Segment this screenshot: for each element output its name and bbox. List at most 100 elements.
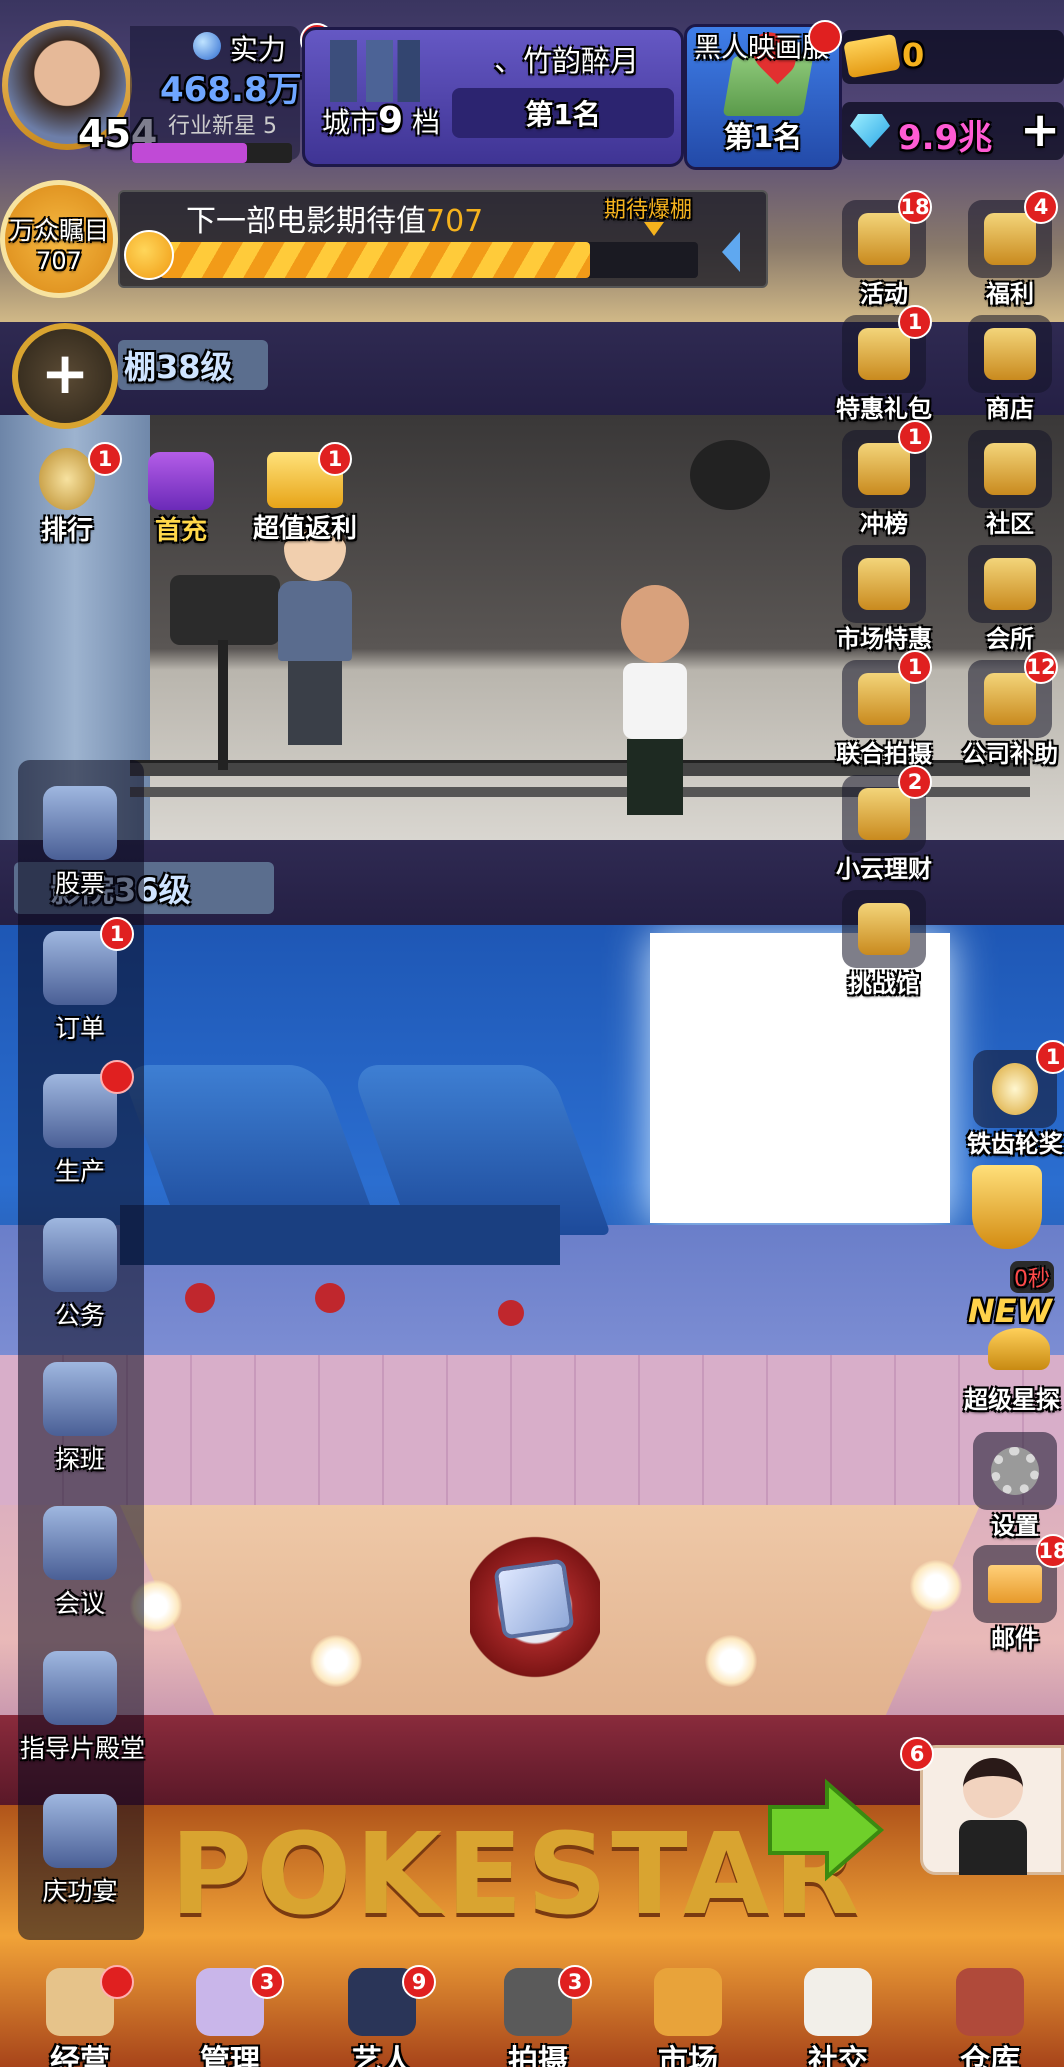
film-trophy-icon	[37, 1645, 123, 1731]
right-menu-badge: 1	[898, 420, 932, 454]
trophy-timer: 0秒	[1010, 1261, 1054, 1293]
right-menu-label: 小云理财	[836, 855, 932, 883]
bottom-nav-item-6[interactable]: 仓库	[930, 1968, 1050, 2067]
player-name: 、竹韵醉月	[494, 44, 640, 78]
super-scout-label[interactable]: 超级星探	[964, 1380, 1060, 1415]
left-menu-label: 庆功宴	[42, 1877, 118, 1906]
add-diamonds-button[interactable]: +	[1020, 102, 1060, 158]
gold-ticket-icon	[843, 33, 901, 79]
bottom-nav-item-4[interactable]: 市场	[628, 1968, 748, 2067]
anticipation-text: 下一部电影期待值707	[186, 196, 483, 240]
left-menu-label: 股票	[54, 869, 105, 898]
right-menu-badge: 1	[898, 650, 932, 684]
left-menu-item-0[interactable]: 股票	[20, 780, 140, 900]
right-menu-label: 商店	[986, 395, 1034, 423]
city-tier-suffix: 档	[411, 106, 440, 139]
player-rank: 第1名	[525, 98, 601, 131]
anticipation-progress-track	[160, 242, 698, 278]
bottom-nav-item-5[interactable]: 社交	[778, 1968, 898, 2067]
bottom-nav-icon	[654, 1968, 722, 2036]
next-arrow-button[interactable]	[765, 1775, 885, 1885]
mail-badge: 18	[1036, 1534, 1064, 1568]
gear-award-badge: 1	[1036, 1040, 1064, 1074]
city-label: 城市9 档	[322, 100, 440, 141]
first-charge-button[interactable]: 首充	[136, 452, 226, 562]
bottom-nav-label: 管理	[200, 2044, 260, 2067]
secretary-badge: 6	[900, 1737, 934, 1771]
city-tier-number: 9	[378, 100, 404, 141]
right-menu-item-6[interactable]: 市场特惠	[824, 545, 944, 659]
left-menu-item-6[interactable]: 指导片殿堂	[20, 1645, 146, 1765]
chat-icon	[968, 430, 1052, 508]
tickets-value: 0	[902, 36, 925, 74]
right-menu-badge: 12	[1024, 650, 1058, 684]
bottom-nav-label: 社交	[808, 2044, 868, 2067]
anticipation-circle[interactable]: 万众瞩目 707	[0, 180, 118, 298]
diamonds-value: 9.9兆	[898, 118, 993, 158]
settings-button[interactable]: 设置	[955, 1432, 1064, 1546]
left-menu-item-7[interactable]: 庆功宴	[20, 1788, 140, 1908]
rebate-badge: 1	[318, 442, 352, 476]
phone-icon	[37, 1212, 123, 1298]
camera-tripod	[218, 640, 228, 770]
left-menu-item-4[interactable]: 探班	[20, 1356, 140, 1476]
tickets-bar[interactable]: 0	[842, 30, 1064, 84]
trophy-button[interactable]: 0秒	[958, 1165, 1058, 1293]
right-menu-item-5[interactable]: 社区	[950, 430, 1064, 544]
right-menu-label: 社区	[986, 510, 1034, 538]
bottom-nav-dot	[100, 1965, 134, 1999]
spotlight	[690, 440, 770, 510]
secretary-portrait[interactable]	[920, 1745, 1064, 1875]
right-menu-item-7[interactable]: 会所	[950, 545, 1064, 659]
city-buildings-icon	[330, 40, 420, 102]
bottom-nav-icon	[804, 1968, 872, 2036]
studio-add-button[interactable]: +	[12, 323, 118, 429]
gear-award-label: 铁齿轮奖	[967, 1130, 1063, 1158]
right-menu-label: 特惠礼包	[836, 395, 932, 423]
trophy-icon	[972, 1165, 1042, 1249]
collapse-arrow-icon[interactable]	[722, 232, 740, 272]
right-menu-label: 活动	[860, 280, 908, 308]
building-icon	[842, 890, 926, 968]
left-menu-label: 公务	[54, 1301, 105, 1330]
right-menu-label: 冲榜	[860, 510, 908, 538]
shop-icon	[968, 315, 1052, 393]
left-menu-label: 生产	[54, 1157, 105, 1186]
left-menu-label: 探班	[54, 1445, 105, 1474]
flower-bouquet-icon	[37, 1356, 123, 1442]
meeting-icon	[37, 1500, 123, 1586]
right-menu-item-11[interactable]: 挑战馆	[824, 890, 944, 1004]
right-menu-item-3[interactable]: 商店	[950, 315, 1064, 429]
anticipation-value: 707	[426, 204, 484, 239]
right-menu-label: 福利	[986, 280, 1034, 308]
studio-level-tag: 棚38级	[118, 340, 268, 390]
film-camera	[170, 575, 280, 645]
rank-quick-label: 排行	[40, 516, 93, 546]
anticipation-text-prefix: 下一部电影期待值	[186, 204, 426, 239]
bottom-nav-label: 拍摄	[508, 2044, 568, 2067]
medal-icon	[39, 448, 95, 510]
diamonds-bar[interactable]: 9.9兆 +	[842, 102, 1064, 160]
left-menu-item-5[interactable]: 会议	[20, 1500, 140, 1620]
bottom-nav-badge: 3	[558, 1965, 592, 1999]
bottom-nav-icon	[956, 1968, 1024, 2036]
bottom-nav-label: 市场	[658, 2044, 718, 2067]
stage-room: POKESTAR 6	[0, 1355, 1064, 2067]
left-menu-label: 指导片殿堂	[20, 1734, 146, 1763]
server-badge	[808, 20, 842, 54]
city-label-text: 城市	[322, 106, 379, 139]
mystery-box-pedestal[interactable]	[470, 1535, 600, 1715]
mail-label: 邮件	[991, 1625, 1039, 1653]
left-menu-item-3[interactable]: 公务	[20, 1212, 140, 1332]
right-menu-badge: 1	[898, 305, 932, 339]
right-menu-label: 会所	[986, 625, 1034, 653]
rebate-button[interactable]: 超值返利	[240, 452, 370, 562]
studio-level-label: 棚38级	[124, 348, 233, 386]
rank-title: 行业新星 5	[168, 114, 277, 139]
rebate-label: 超值返利	[252, 514, 357, 544]
bottom-nav-label: 仓库	[960, 2044, 1020, 2067]
mystery-cube-icon	[493, 1558, 575, 1640]
plus-icon: +	[40, 339, 90, 407]
smiley-face-icon	[124, 230, 174, 280]
right-menu-badge: 18	[898, 190, 932, 224]
